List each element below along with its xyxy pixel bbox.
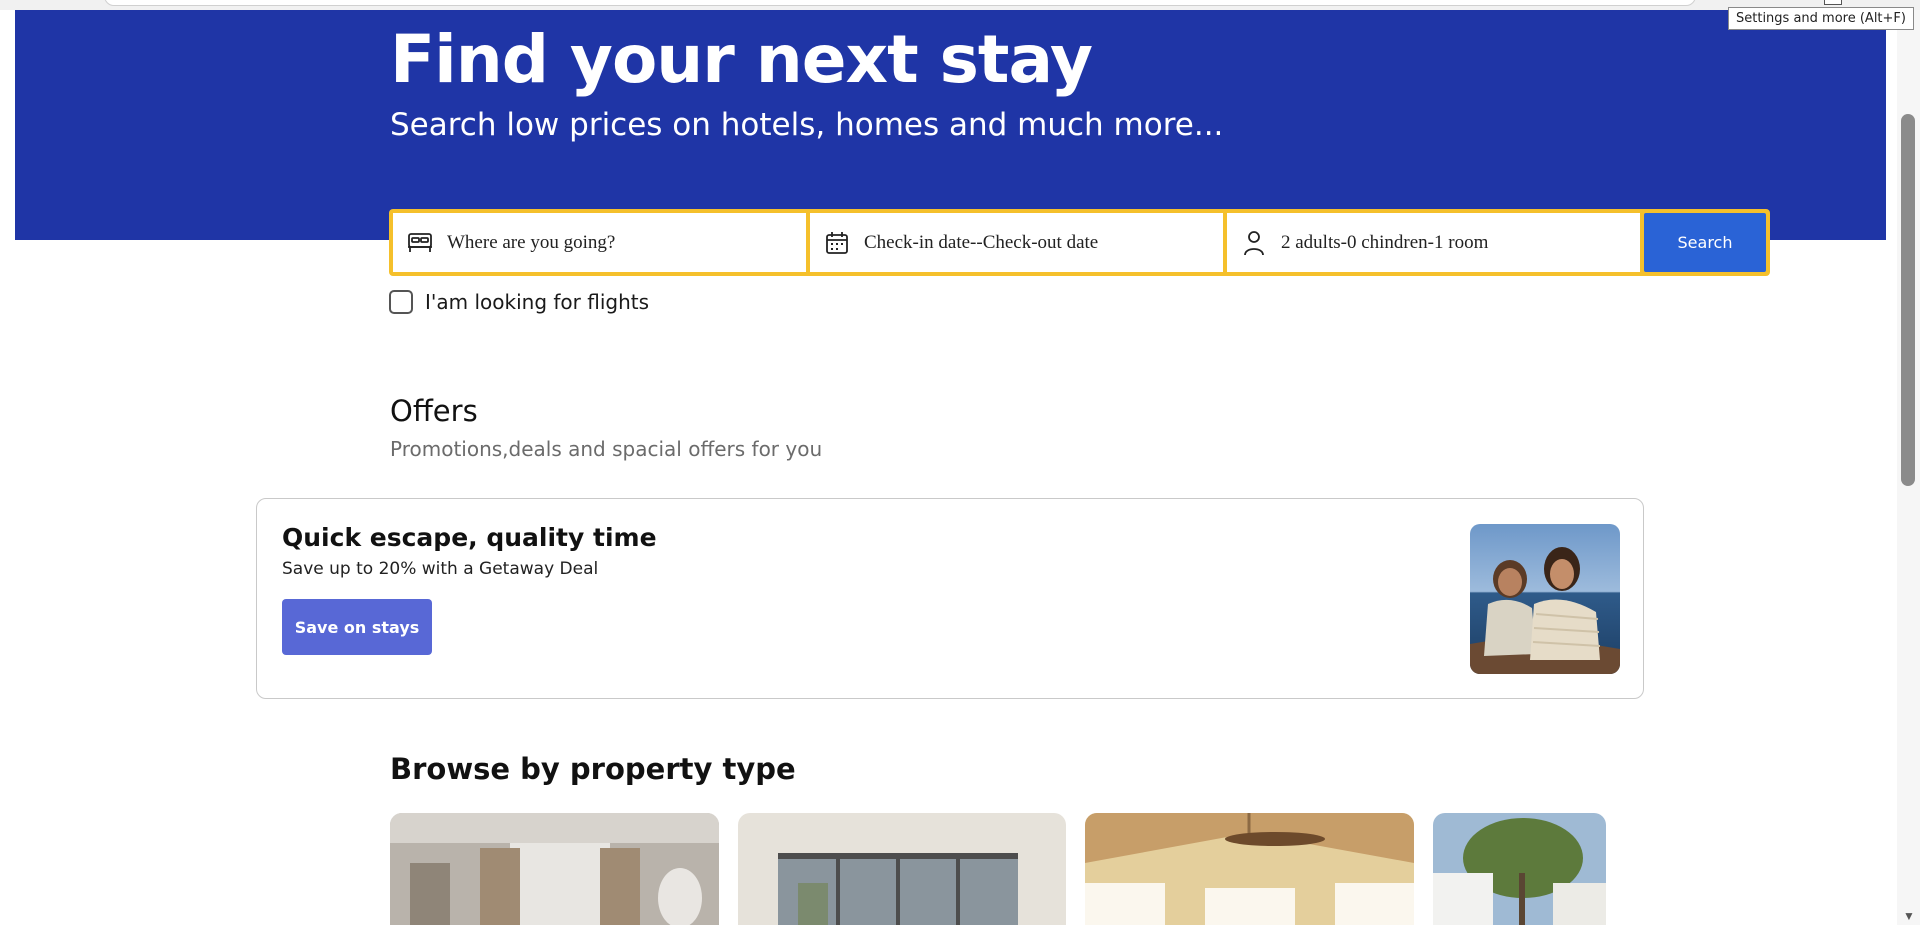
guests-field[interactable]: 2 adults-0 chindren-1 room: [1227, 213, 1640, 272]
offer-title: Quick escape, quality time: [282, 523, 657, 552]
flights-option[interactable]: I'am looking for flights: [389, 290, 649, 314]
guests-summary[interactable]: 2 adults-0 chindren-1 room: [1281, 232, 1488, 254]
search-button[interactable]: Search: [1644, 213, 1766, 272]
flights-checkbox-label[interactable]: I'am looking for flights: [425, 290, 649, 314]
dates-field[interactable]: Check-in date--Check-out date: [810, 213, 1223, 272]
offer-subtitle: Save up to 20% with a Getaway Deal: [282, 559, 599, 579]
browser-top-strip: [0, 0, 1920, 10]
settings-tooltip: Settings and more (Alt+F): [1728, 7, 1914, 30]
page-scrollbar[interactable]: ▲ ▼: [1897, 10, 1920, 925]
offers-heading: Offers: [390, 394, 478, 428]
bed-icon: [407, 230, 433, 256]
offers-subheading: Promotions,deals and spacial offers for …: [390, 437, 823, 461]
property-card-4[interactable]: [1433, 813, 1606, 925]
hero-title: Find your next stay: [390, 21, 1093, 98]
offer-card: Quick escape, quality time Save up to 20…: [256, 498, 1644, 699]
settings-button[interactable]: [1824, 0, 1842, 5]
scrollbar-thumb[interactable]: [1901, 114, 1915, 486]
property-card-2[interactable]: [738, 813, 1066, 925]
destination-field[interactable]: Where are you going?: [393, 213, 806, 272]
destination-input[interactable]: Where are you going?: [447, 232, 615, 254]
property-card-1[interactable]: [390, 813, 719, 925]
calendar-icon: [824, 230, 850, 256]
person-icon: [1241, 230, 1267, 256]
address-bar[interactable]: [104, 0, 1696, 6]
hero-subtitle: Search low prices on hotels, homes and m…: [390, 107, 1224, 143]
search-bar: Where are you going? Check-in date--Chec…: [389, 209, 1770, 276]
flights-checkbox[interactable]: [389, 290, 413, 314]
dates-input[interactable]: Check-in date--Check-out date: [864, 232, 1098, 254]
property-card-3[interactable]: [1085, 813, 1414, 925]
browse-heading: Browse by property type: [390, 752, 796, 786]
scroll-down-arrow[interactable]: ▼: [1903, 909, 1915, 923]
save-on-stays-button[interactable]: Save on stays: [282, 599, 432, 655]
offer-image: [1470, 524, 1620, 674]
